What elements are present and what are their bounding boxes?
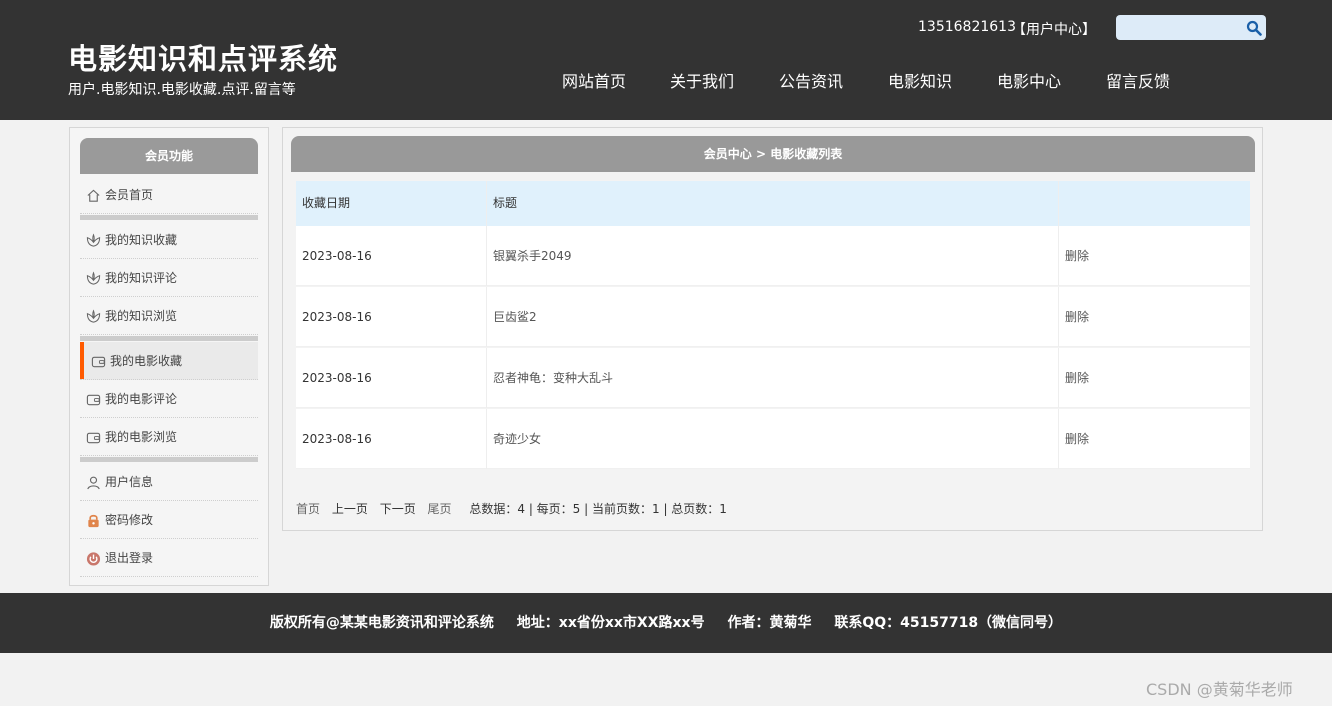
table-row: 2023-08-16 巨齿鲨2 删除: [296, 287, 1250, 347]
sidebar-item-movie-favorites[interactable]: 我的电影收藏: [80, 342, 258, 380]
pager-first[interactable]: 首页: [296, 502, 320, 516]
table-header: 收藏日期 标题: [296, 181, 1250, 226]
sidebar-item-logout[interactable]: 退出登录: [80, 539, 258, 577]
search-icon[interactable]: [1246, 20, 1262, 36]
footer-contact: 联系QQ：45157718（微信同号）: [834, 615, 1063, 631]
sidebar-item-label: 密码修改: [105, 513, 154, 527]
sidebar-item-user-info[interactable]: 用户信息: [80, 463, 258, 501]
footer-copyright: 版权所有@某某电影资讯和评论系统: [269, 615, 494, 631]
site-header: 电影知识和点评系统 用户.电影知识.电影收藏.点评.留言等 1351682161…: [0, 0, 1332, 120]
pager-summary: 总数据：4 | 每页：5 | 当前页数：1 | 总页数：1: [469, 502, 727, 516]
wallet-icon: [86, 432, 101, 444]
pager-prev[interactable]: 上一页: [332, 502, 368, 516]
row-title-link[interactable]: 巨齿鲨2: [487, 287, 1059, 347]
delete-button[interactable]: 删除: [1059, 287, 1250, 347]
wallet-icon: [86, 394, 101, 406]
site-footer: 版权所有@某某电影资讯和评论系统 地址：xx省份xx市XX路xx号 作者：黄菊华…: [0, 593, 1332, 653]
home-icon: [87, 189, 100, 202]
sidebar-item-movie-history[interactable]: 我的电影浏览: [80, 418, 258, 456]
delete-button[interactable]: 删除: [1059, 226, 1250, 286]
sidebar-item-knowledge-comments[interactable]: 我的知识评论: [80, 259, 258, 297]
sidebar-item-label: 我的电影浏览: [105, 430, 178, 444]
search-input[interactable]: [1120, 18, 1242, 38]
column-header-date: 收藏日期: [296, 181, 487, 226]
site-title: 电影知识和点评系统: [68, 42, 339, 76]
row-title-link[interactable]: 银翼杀手2049: [487, 226, 1059, 286]
nav-news[interactable]: 公告资讯: [779, 68, 843, 92]
sidebar-item-label: 我的知识评论: [105, 271, 178, 285]
nav-movies[interactable]: 电影中心: [997, 68, 1061, 92]
sidebar-divider: [80, 336, 258, 341]
delete-button[interactable]: 删除: [1059, 409, 1250, 469]
power-icon: [86, 552, 101, 566]
sidebar-item-label: 用户信息: [105, 475, 154, 489]
sidebar-item-label: 我的知识浏览: [105, 309, 178, 323]
lotus-icon: [86, 309, 101, 323]
nav-knowledge[interactable]: 电影知识: [888, 68, 952, 92]
breadcrumb: 会员中心 > 电影收藏列表: [291, 136, 1255, 172]
row-date: 2023-08-16: [296, 226, 487, 286]
main-panel: 会员中心 > 电影收藏列表 收藏日期 标题 2023-08-16 银翼杀手204…: [282, 127, 1263, 531]
footer-author: 作者：黄菊华: [727, 615, 812, 631]
sidebar-divider: [80, 457, 258, 462]
row-title-link[interactable]: 奇迹少女: [487, 409, 1059, 469]
column-header-title: 标题: [487, 181, 1059, 226]
table-row: 2023-08-16 奇迹少女 删除: [296, 409, 1250, 469]
active-indicator: [80, 342, 84, 379]
row-date: 2023-08-16: [296, 287, 487, 347]
delete-button[interactable]: 删除: [1059, 348, 1250, 408]
row-title-link[interactable]: 忍者神龟：变种大乱斗: [487, 348, 1059, 408]
footer-address: 地址：xx省份xx市XX路xx号: [516, 615, 705, 631]
site-subtitle: 用户.电影知识.电影收藏.点评.留言等: [68, 82, 296, 98]
row-date: 2023-08-16: [296, 348, 487, 408]
pager-next[interactable]: 下一页: [380, 502, 416, 516]
nav-home[interactable]: 网站首页: [562, 68, 626, 92]
pagination: 首页 上一页 下一页 尾页 总数据：4 | 每页：5 | 当前页数：1 | 总页…: [296, 500, 735, 517]
sidebar-item-change-password[interactable]: 密码修改: [80, 501, 258, 539]
row-date: 2023-08-16: [296, 409, 487, 469]
user-center-link[interactable]: 【用户中心】: [1012, 19, 1096, 39]
lotus-icon: [86, 271, 101, 285]
user-icon: [87, 476, 100, 490]
column-header-action: [1059, 181, 1250, 226]
lock-icon: [88, 514, 99, 528]
member-sidebar: 会员功能 会员首页 我的知识收藏 我的知识评论 我的知识浏览 我的电影收藏 我的…: [69, 127, 269, 586]
watermark: CSDN @黄菊华老师: [1146, 680, 1293, 699]
sidebar-item-knowledge-history[interactable]: 我的知识浏览: [80, 297, 258, 335]
sidebar-item-label: 我的电影收藏: [110, 354, 183, 368]
table-row: 2023-08-16 银翼杀手2049 删除: [296, 226, 1250, 286]
sidebar-item-label: 退出登录: [105, 551, 154, 565]
sidebar-divider: [80, 215, 258, 220]
sidebar-item-movie-comments[interactable]: 我的电影评论: [80, 380, 258, 418]
lotus-icon: [86, 233, 101, 247]
sidebar-item-label: 会员首页: [105, 188, 154, 202]
sidebar-title: 会员功能: [80, 138, 258, 174]
sidebar-item-knowledge-favorites[interactable]: 我的知识收藏: [80, 221, 258, 259]
table-row: 2023-08-16 忍者神龟：变种大乱斗 删除: [296, 348, 1250, 408]
wallet-icon: [91, 356, 106, 368]
user-phone: 13516821613: [918, 19, 1016, 35]
sidebar-item-label: 我的电影评论: [105, 392, 178, 406]
pager-last[interactable]: 尾页: [428, 502, 452, 516]
search-box: [1116, 15, 1266, 40]
sidebar-item-label: 我的知识收藏: [105, 233, 178, 247]
nav-about[interactable]: 关于我们: [670, 68, 734, 92]
nav-feedback[interactable]: 留言反馈: [1106, 68, 1170, 92]
sidebar-item-member-home[interactable]: 会员首页: [80, 176, 258, 214]
